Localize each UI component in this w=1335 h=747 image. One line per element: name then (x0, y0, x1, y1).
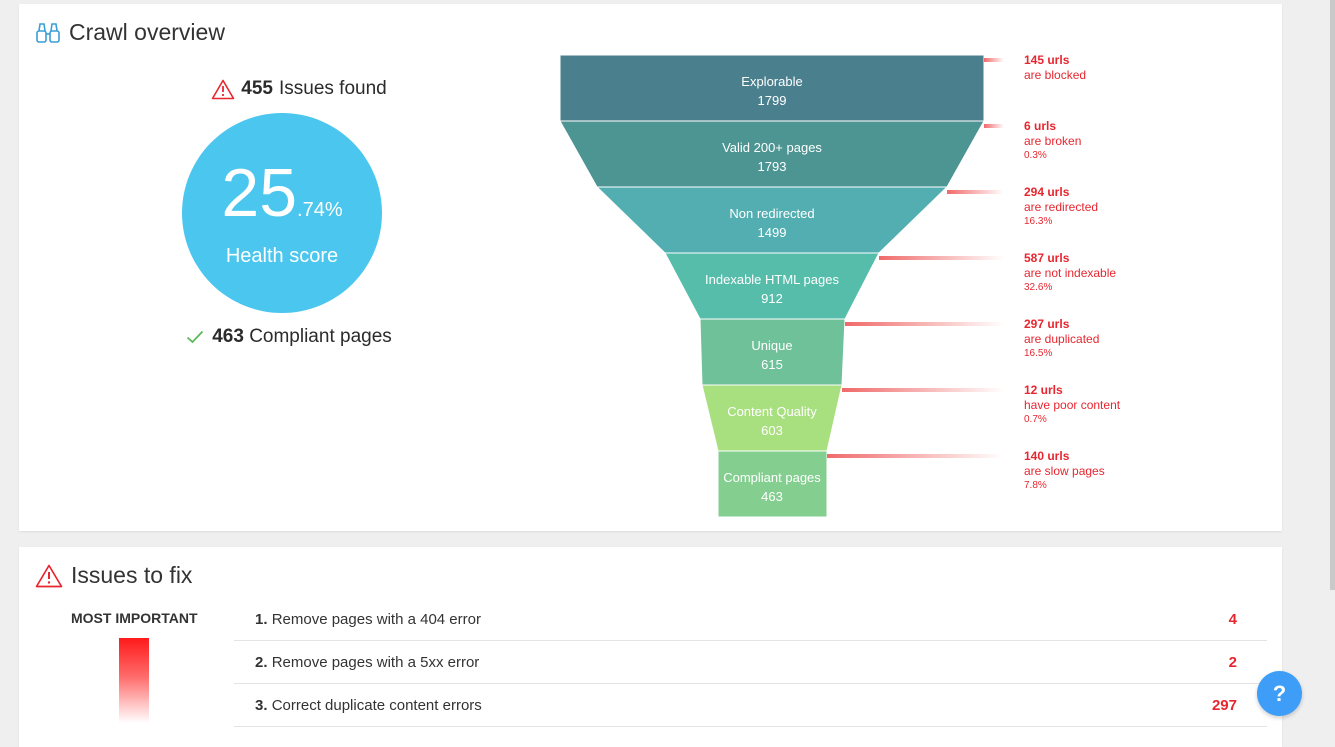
funnel-loss-label[interactable]: 297 urls are duplicated 16.5% (1024, 317, 1099, 361)
loss-description: have poor content (1024, 398, 1121, 412)
funnel-loss-label[interactable]: 587 urls are not indexable 32.6% (1024, 251, 1116, 295)
issue-number: 2. (255, 654, 268, 671)
funnel-loss-label[interactable]: 145 urls are blocked (1024, 53, 1086, 83)
issues-to-fix-title: Issues to fix (35, 562, 192, 589)
issue-text: Correct duplicate content errors (271, 697, 482, 714)
funnel-stage-label: Indexable HTML pages (705, 272, 839, 287)
funnel-loss-connector (984, 124, 1004, 128)
funnel-loss-label[interactable]: 6 urls are broken 0.3% (1024, 119, 1081, 163)
issue-count: 4 (1228, 611, 1237, 628)
funnel-loss-connector (845, 322, 1004, 326)
issue-row[interactable]: 1. Remove pages with a 404 error 4 (234, 598, 1267, 641)
loss-count: 297 urls (1024, 317, 1070, 331)
loss-count: 140 urls (1024, 449, 1070, 463)
loss-description: are redirected (1024, 200, 1099, 214)
loss-description: are not indexable (1024, 266, 1117, 280)
funnel-stage-label: Non redirected (729, 206, 814, 221)
issue-number: 3. (255, 697, 268, 714)
issues-to-fix-card: Issues to fix MOST IMPORTANT 1. Remove p… (19, 547, 1282, 747)
funnel-stage-label: Compliant pages (723, 470, 821, 485)
issues-to-fix-title-text: Issues to fix (71, 562, 193, 588)
importance-gradient-bar (119, 638, 149, 723)
funnel-stage-label: Valid 200+ pages (722, 140, 822, 155)
funnel-loss-connector (842, 388, 1004, 392)
funnel-loss-label[interactable]: 294 urls are redirected 16.3% (1024, 185, 1098, 229)
loss-description: are duplicated (1024, 332, 1100, 346)
loss-description: are blocked (1024, 68, 1087, 82)
loss-percentage: 16.3% (1024, 216, 1053, 227)
funnel-loss-label[interactable]: 12 urls have poor content 0.7% (1024, 383, 1120, 427)
funnel-loss-connector (879, 256, 1004, 260)
funnel-stage-value: 463 (761, 489, 783, 504)
issue-count: 2 (1228, 654, 1237, 671)
funnel-stage-value: 615 (761, 357, 783, 372)
help-button[interactable]: ? (1257, 671, 1302, 716)
loss-count: 12 urls (1024, 383, 1063, 397)
funnel-stage-value: 1499 (758, 225, 787, 240)
issue-row[interactable]: 2. Remove pages with a 5xx error 2 (234, 641, 1267, 684)
funnel-stage-value: 912 (761, 291, 783, 306)
warning-icon (35, 564, 63, 587)
crawl-overview-card: Crawl overview 455 Issues found 25.74% H… (19, 4, 1282, 531)
loss-percentage: 32.6% (1024, 282, 1053, 293)
loss-percentage: 0.7% (1024, 414, 1047, 425)
loss-percentage: 7.8% (1024, 480, 1047, 491)
loss-count: 294 urls (1024, 185, 1070, 199)
funnel-loss-connector (827, 454, 1004, 458)
funnel-stage-label: Unique (751, 338, 792, 353)
issue-text: Remove pages with a 404 error (271, 611, 481, 628)
issue-number: 1. (255, 611, 268, 628)
loss-percentage: 0.3% (1024, 150, 1047, 161)
issue-count: 297 (1211, 697, 1237, 714)
funnel-stage-label: Explorable (741, 74, 802, 89)
issue-row[interactable]: 3. Correct duplicate content errors 297 (234, 684, 1267, 727)
loss-count: 587 urls (1024, 251, 1070, 265)
loss-description: are broken (1024, 134, 1082, 148)
loss-count: 6 urls (1024, 119, 1057, 133)
loss-count: 145 urls (1024, 53, 1070, 67)
funnel-loss-connector (947, 190, 1004, 194)
loss-percentage: 16.5% (1024, 348, 1053, 359)
funnel-stage-value: 1799 (758, 93, 787, 108)
funnel-stage-value: 603 (761, 423, 783, 438)
scrollbar-thumb[interactable] (1330, 0, 1335, 590)
loss-description: are slow pages (1024, 464, 1105, 478)
funnel-loss-connector (984, 58, 1004, 62)
funnel-stage-value: 1793 (758, 159, 787, 174)
funnel-stage-label: Content Quality (727, 404, 817, 419)
funnel-loss-label[interactable]: 140 urls are slow pages 7.8% (1024, 449, 1105, 493)
priority-label: MOST IMPORTANT (71, 610, 198, 626)
issue-text: Remove pages with a 5xx error (271, 654, 480, 671)
